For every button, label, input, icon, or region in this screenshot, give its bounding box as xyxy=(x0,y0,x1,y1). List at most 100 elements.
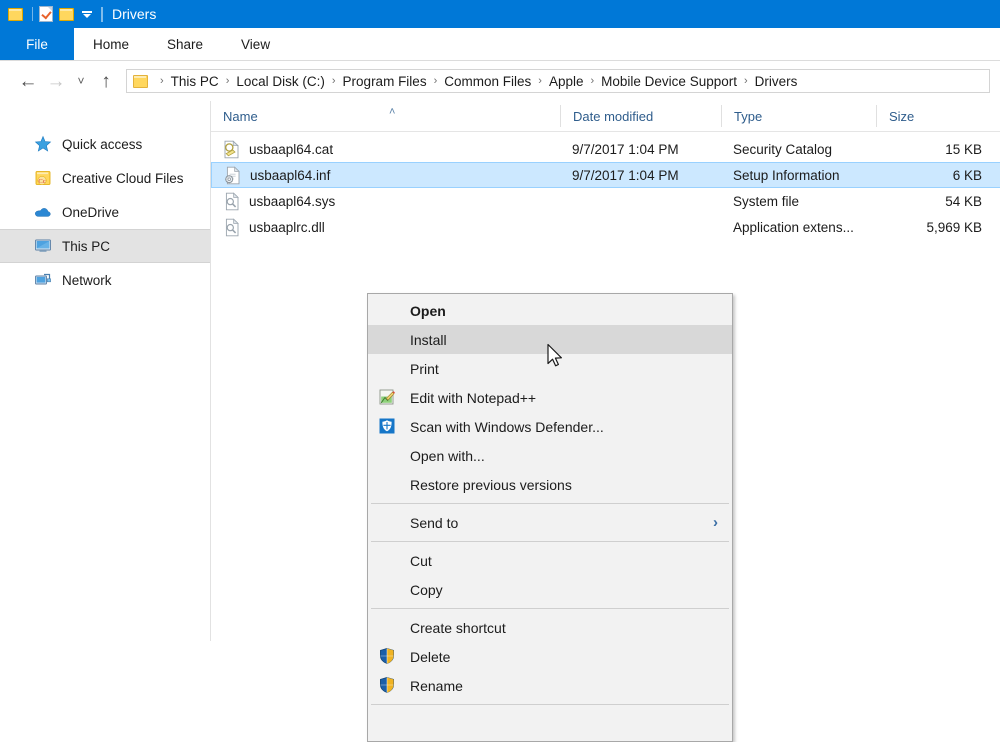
column-header-label: Date modified xyxy=(573,108,654,124)
column-header-type[interactable]: Type xyxy=(721,105,876,127)
computer-icon xyxy=(34,237,52,255)
menu-item-install[interactable]: Install xyxy=(368,325,732,354)
sidebar-item-creative-cloud-files[interactable]: Cc Creative Cloud Files xyxy=(0,161,210,195)
back-button[interactable]: ← xyxy=(14,67,42,95)
sidebar-item-quick-access[interactable]: Quick access xyxy=(0,127,210,161)
menu-icon-slot xyxy=(378,618,398,638)
menu-item-delete[interactable]: Delete xyxy=(368,642,732,671)
creative-cloud-icon: Cc xyxy=(34,169,52,187)
menu-item-open[interactable]: Open xyxy=(368,296,732,325)
column-header-label: Type xyxy=(734,108,763,124)
menu-item-restore-previous-versions[interactable]: Restore previous versions xyxy=(368,470,732,499)
menu-item-label: Delete xyxy=(410,648,451,665)
menu-separator xyxy=(371,503,729,504)
star-icon xyxy=(34,135,52,153)
menu-item-label: Restore previous versions xyxy=(410,476,572,493)
toolbar-divider xyxy=(32,7,33,21)
menu-item-send-to[interactable]: Send to › xyxy=(368,508,732,537)
table-row[interactable]: usbaaplrc.dll Application extens... 5,96… xyxy=(211,214,1000,240)
network-icon xyxy=(34,271,52,289)
file-name-cell: usbaaplrc.dll xyxy=(211,217,560,237)
breadcrumb-separator: › xyxy=(538,75,542,87)
column-header-label: Name xyxy=(223,108,258,124)
breadcrumb-separator: › xyxy=(225,75,230,87)
menu-icon-slot xyxy=(378,330,398,350)
breadcrumb-item-drivers[interactable]: Drivers xyxy=(755,74,798,89)
chevron-down-icon[interactable] xyxy=(80,7,94,21)
file-size: 54 KB xyxy=(945,193,982,209)
file-name-cell: usbaapl64.cat xyxy=(211,139,560,159)
folder-icon xyxy=(133,74,148,88)
tab-share[interactable]: Share xyxy=(148,28,222,60)
svg-text:Cc: Cc xyxy=(38,178,45,185)
table-row[interactable]: usbaapl64.sys System file 54 KB xyxy=(211,188,1000,214)
sidebar-item-onedrive[interactable]: OneDrive xyxy=(0,195,210,229)
properties-icon[interactable] xyxy=(39,6,53,22)
sidebar-item-this-pc[interactable]: This PC xyxy=(0,229,210,263)
menu-item-label: Print xyxy=(410,360,439,377)
setup-information-file-icon xyxy=(224,165,241,185)
menu-item-print[interactable]: Print xyxy=(368,354,732,383)
breadcrumb-item-common-files[interactable]: Common Files xyxy=(444,74,531,89)
file-name: usbaapl64.sys xyxy=(249,193,336,209)
file-type: System file xyxy=(733,193,800,209)
menu-item-label: Scan with Windows Defender... xyxy=(410,418,604,435)
column-header-label: Size xyxy=(889,108,915,124)
file-name-cell: usbaapl64.inf xyxy=(212,165,560,185)
breadcrumb[interactable]: › This PC › Local Disk (C:) › Program Fi… xyxy=(126,69,990,93)
menu-item-create-shortcut[interactable]: Create shortcut xyxy=(368,613,732,642)
breadcrumb-item-program-files[interactable]: Program Files xyxy=(343,74,427,89)
menu-item-copy[interactable]: Copy xyxy=(368,575,732,604)
breadcrumb-item-mobile-device-support[interactable]: Mobile Device Support xyxy=(601,74,737,89)
title-divider xyxy=(101,6,103,22)
sidebar-item-network[interactable]: Network xyxy=(0,263,210,297)
menu-icon-slot xyxy=(378,513,398,533)
menu-item-label: Create shortcut xyxy=(410,619,506,636)
system-file-icon xyxy=(223,191,240,211)
sidebar-item-label: OneDrive xyxy=(62,204,120,220)
sort-ascending-icon: ˄ xyxy=(389,106,396,118)
tab-view[interactable]: View xyxy=(222,28,289,60)
menu-icon-slot xyxy=(378,475,398,495)
forward-button[interactable]: → xyxy=(42,67,70,95)
menu-icon-slot xyxy=(378,359,398,379)
table-row[interactable]: usbaapl64.cat 9/7/2017 1:04 PM Security … xyxy=(211,136,1000,162)
tab-file[interactable]: File xyxy=(0,28,74,60)
menu-item-label: Install xyxy=(410,331,447,348)
column-header-size[interactable]: Size xyxy=(876,105,1000,127)
cloud-icon xyxy=(34,203,52,221)
file-rows: usbaapl64.cat 9/7/2017 1:04 PM Security … xyxy=(211,132,1000,240)
menu-item-label: Cut xyxy=(410,552,432,569)
dll-file-icon xyxy=(223,217,240,237)
file-name: usbaaplrc.dll xyxy=(249,219,325,235)
menu-item-label: Rename xyxy=(410,677,463,694)
breadcrumb-item-this-pc[interactable]: This PC xyxy=(171,74,219,89)
folder-icon[interactable] xyxy=(8,7,24,21)
table-row[interactable]: usbaapl64.inf 9/7/2017 1:04 PM Setup Inf… xyxy=(211,162,1000,188)
file-size: 15 KB xyxy=(945,141,982,157)
menu-item-rename[interactable]: Rename xyxy=(368,671,732,700)
menu-item-open-with[interactable]: Open with... xyxy=(368,441,732,470)
windows-defender-icon xyxy=(378,417,398,437)
menu-item-edit-with-notepadpp[interactable]: Edit with Notepad++ xyxy=(368,383,732,412)
menu-icon-slot xyxy=(378,580,398,600)
breadcrumb-separator: › xyxy=(331,75,336,87)
menu-item-properties[interactable] xyxy=(368,709,732,738)
sidebar-item-label: Network xyxy=(62,272,112,288)
breadcrumb-item-local-disk[interactable]: Local Disk (C:) xyxy=(236,74,325,89)
menu-item-label: Send to xyxy=(410,514,459,531)
breadcrumb-separator: › xyxy=(590,75,595,87)
new-folder-icon[interactable] xyxy=(59,7,75,21)
column-header-name[interactable]: Name ˄ xyxy=(211,105,560,127)
menu-item-label: Edit with Notepad++ xyxy=(410,389,537,406)
menu-item-scan-with-windows-defender[interactable]: Scan with Windows Defender... xyxy=(368,412,732,441)
catalog-file-icon xyxy=(223,139,240,159)
menu-item-cut[interactable]: Cut xyxy=(368,546,732,575)
breadcrumb-item-apple[interactable]: Apple xyxy=(549,74,584,89)
column-header-date-modified[interactable]: Date modified xyxy=(560,105,721,127)
recent-locations-button[interactable]: ˅ xyxy=(70,67,92,95)
menu-item-label: Open xyxy=(410,302,446,319)
tab-home[interactable]: Home xyxy=(74,28,148,60)
menu-separator xyxy=(371,704,729,705)
up-button[interactable]: ↑ xyxy=(92,67,120,95)
